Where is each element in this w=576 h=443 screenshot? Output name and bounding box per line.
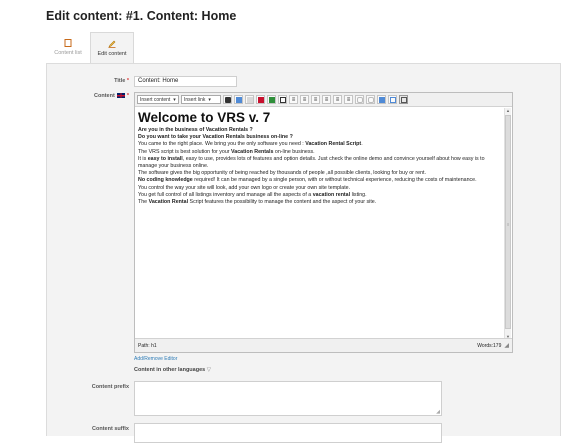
text: required! It can be managed by a single … (192, 177, 477, 184)
add-remove-editor-link[interactable]: Add/Remove Editor (134, 356, 177, 362)
numbered-list-icon[interactable]: ≡ (300, 95, 309, 104)
text: You came to the right place. We bring yo… (138, 141, 306, 148)
status-right: Words:179 ◢ (477, 342, 509, 350)
text: . (361, 141, 363, 148)
content-prefix-textarea[interactable]: ◢ (134, 381, 442, 416)
required-mark: * (126, 78, 129, 84)
content-label: Content * (77, 93, 129, 99)
editor-scrollbar[interactable]: ▲ ≡ ▼ (504, 108, 511, 339)
content-line: You get full control of all listings inv… (138, 192, 502, 199)
document-icon (64, 39, 72, 47)
content-suffix-textarea[interactable] (134, 423, 442, 443)
content-line: The software gives the big opportunity o… (138, 170, 426, 177)
editor-toolbar: Insert content ▾ Insert link ▾ ≡ ≡ ≡ ≡ ≡… (135, 93, 512, 107)
scroll-thumb[interactable]: ≡ (505, 115, 511, 329)
text: on-line business. (273, 148, 315, 155)
bold-text: Vacation Rentals (231, 148, 274, 155)
content-line: Do you want to take your Vacation Rental… (138, 134, 293, 141)
table-icon[interactable] (278, 95, 287, 104)
element-path: Path: h1 (138, 342, 157, 349)
tab-edit-content-label: Edit content (97, 50, 127, 57)
bold-text: No coding knowledge (138, 177, 193, 184)
tab-edit-content[interactable]: Edit content (90, 32, 134, 63)
text: listing. (350, 191, 367, 198)
flash-icon[interactable] (256, 95, 265, 104)
scroll-up-icon[interactable]: ▲ (506, 108, 510, 113)
unlink-icon[interactable] (366, 95, 375, 104)
preview-icon[interactable] (377, 95, 386, 104)
title-label: Title * (77, 78, 129, 84)
content-line: It is easy to install, easy to use, prov… (138, 156, 502, 170)
text: The (138, 199, 149, 206)
content-suffix-label: Content suffix (92, 426, 129, 432)
content-line: You control the way your site will look,… (138, 184, 351, 191)
content-heading: Welcome to VRS v. 7 (138, 110, 271, 125)
content-line: The VRS script is best solution for your… (138, 149, 502, 156)
rich-text-editor: Insert content ▾ Insert link ▾ ≡ ≡ ≡ ≡ ≡… (134, 92, 513, 353)
bold-text: vacation rental (312, 191, 351, 198)
edit-content-panel: Title * Content: Home Content * Insert c… (46, 63, 561, 443)
title-input[interactable]: Content: Home (134, 76, 237, 87)
bold-text: Vacation Rental Script (305, 141, 362, 148)
source-code-icon[interactable] (399, 95, 408, 104)
chevron-down-icon: ▾ (208, 96, 211, 103)
media-icon[interactable] (245, 95, 254, 104)
insert-content-select[interactable]: Insert content ▾ (137, 95, 179, 104)
text: Script features the possibility to manag… (188, 199, 377, 206)
resize-handle-icon[interactable]: ◢ (436, 409, 440, 415)
content-prefix-label: Content prefix (91, 384, 129, 390)
camera-icon[interactable] (223, 95, 232, 104)
page-title: Edit content: #1. Content: Home (46, 9, 237, 23)
content-line: You came to the right place. We bring yo… (138, 141, 502, 148)
bold-text: Vacation Rental (148, 199, 189, 206)
text: , easy to use, provides lots of features… (138, 155, 485, 170)
bullet-list-icon[interactable]: ≡ (289, 95, 298, 104)
content-line: No coding knowledge required! It can be … (138, 177, 502, 184)
tab-content-list[interactable]: Content list (46, 32, 90, 63)
text: It is (138, 155, 148, 162)
align-right-icon[interactable]: ≡ (333, 95, 342, 104)
insert-link-select[interactable]: Insert link ▾ (181, 95, 221, 104)
link-icon[interactable] (355, 95, 364, 104)
required-mark: * (126, 93, 129, 99)
content-line: The Vacation Rental Script features the … (138, 199, 502, 206)
chevron-down-icon: ▽ (206, 367, 211, 373)
image-icon[interactable] (234, 95, 243, 104)
other-languages-toggle[interactable]: Content in other languages ▽ (134, 367, 211, 373)
title-label-text: Title (114, 78, 126, 84)
editor-statusbar: Path: h1 Words:179 ◢ (135, 338, 512, 352)
spreadsheet-icon[interactable] (267, 95, 276, 104)
align-center-icon[interactable]: ≡ (322, 95, 331, 104)
content-label-text: Content (94, 93, 115, 99)
tab-content-list-label: Content list (54, 50, 82, 56)
resize-handle-icon[interactable]: ◢ (504, 342, 509, 349)
content-line: Are you in the business of Vacation Rent… (138, 127, 253, 133)
text: The VRS script is best solution for your (138, 148, 232, 155)
justify-icon[interactable]: ≡ (344, 95, 353, 104)
other-languages-label: Content in other languages (134, 367, 206, 373)
uk-flag-icon (117, 93, 126, 99)
insert-link-label: Insert link (184, 96, 206, 103)
grip-icon: ≡ (507, 222, 510, 227)
word-count: Words:179 (477, 342, 502, 349)
chevron-down-icon: ▾ (173, 96, 176, 103)
tab-bar: Content list Edit content (46, 32, 134, 63)
insert-content-label: Insert content (140, 96, 171, 103)
editor-content-area[interactable]: Welcome to VRS v. 7 Are you in the busin… (135, 108, 505, 339)
align-left-icon[interactable]: ≡ (311, 95, 320, 104)
text: You get full control of all listings inv… (138, 191, 313, 198)
bold-text: easy to install (147, 155, 183, 162)
pencil-icon (108, 40, 116, 48)
fullscreen-icon[interactable] (388, 95, 397, 104)
